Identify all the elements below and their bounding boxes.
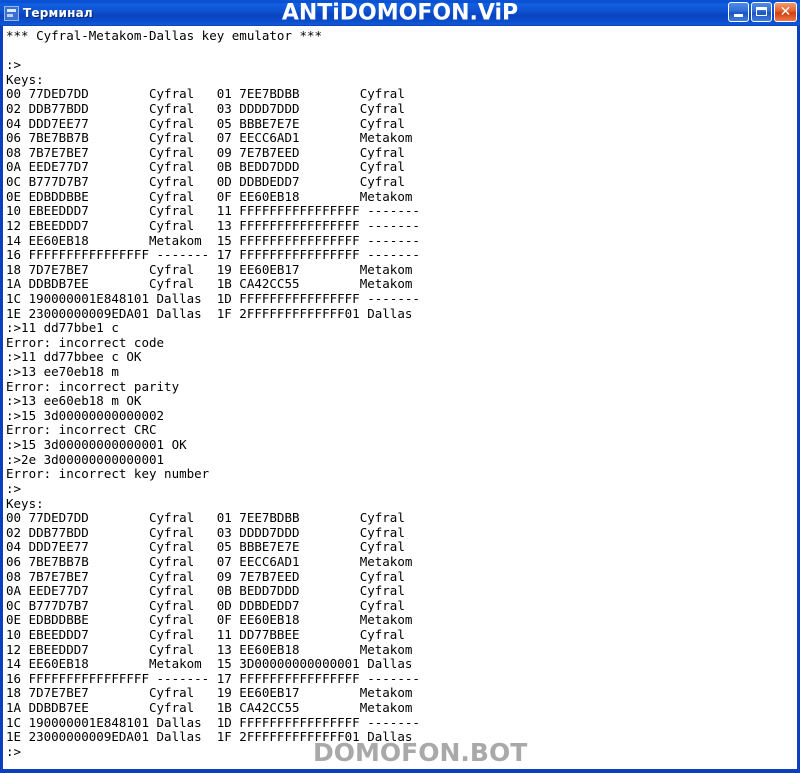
terminal-line: 02 DDB77BDD Cyfral 03 DDDD7DDD Cyfral bbox=[6, 101, 405, 117]
terminal-icon bbox=[4, 5, 19, 21]
terminal-line: 0E EDBDDBBE Cyfral 0F EE60EB18 Metakom bbox=[6, 188, 413, 204]
terminal-line: Keys: bbox=[6, 495, 44, 511]
terminal-line: :>15 3d00000000000001 OK bbox=[6, 437, 187, 453]
terminal-output[interactable]: *** Cyfral-Metakom-Dallas key emulator *… bbox=[3, 26, 797, 769]
terminal-line: 12 EBEEDDD7 Cyfral 13 EE60EB18 Metakom bbox=[6, 641, 413, 657]
terminal-line: 00 77DED7DD Cyfral 01 7EE7BDBB Cyfral bbox=[6, 510, 405, 526]
terminal-line: Error: incorrect code bbox=[6, 334, 165, 350]
close-button[interactable]: ✕ bbox=[774, 2, 797, 22]
terminal-line: *** Cyfral-Metakom-Dallas key emulator *… bbox=[6, 28, 323, 43]
terminal-line: 1E 23000000009EDA01 Dallas 1F 2FFFFFFFFF… bbox=[6, 729, 413, 745]
terminal-line: 18 7D7E7BE7 Cyfral 19 EE60EB17 Metakom bbox=[6, 685, 413, 701]
terminal-line: :>11 dd77bbee c OK bbox=[6, 349, 142, 365]
window-controls: ✕ bbox=[728, 2, 797, 22]
minimize-button[interactable] bbox=[728, 2, 749, 22]
terminal-line: 10 EBEEDDD7 Cyfral 11 FFFFFFFFFFFFFFFF -… bbox=[6, 203, 420, 219]
terminal-line: 00 77DED7DD Cyfral 01 7EE7BDBB Cyfral bbox=[6, 86, 405, 102]
terminal-line: :>13 ee60eb18 m OK bbox=[6, 393, 142, 409]
terminal-line: 12 EBEEDDD7 Cyfral 13 FFFFFFFFFFFFFFFF -… bbox=[6, 217, 420, 233]
terminal-line: 1C 190000001E848101 Dallas 1D FFFFFFFFFF… bbox=[6, 290, 420, 306]
terminal-line: :>13 ee70eb18 m bbox=[6, 364, 119, 380]
terminal-line: Error: incorrect key number bbox=[6, 466, 210, 482]
terminal-line: 0C B777D7B7 Cyfral 0D DDBDEDD7 Cyfral bbox=[6, 597, 405, 613]
terminal-line: 1A DDBDB7EE Cyfral 1B CA42CC55 Metakom bbox=[6, 700, 413, 716]
terminal-line: 16 FFFFFFFFFFFFFFFF ------- 17 FFFFFFFFF… bbox=[6, 247, 420, 263]
terminal-line: 18 7D7E7BE7 Cyfral 19 EE60EB17 Metakom bbox=[6, 261, 413, 277]
terminal-line: 06 7BE7BB7B Cyfral 07 EECC6AD1 Metakom bbox=[6, 553, 413, 569]
terminal-line: 0C B777D7B7 Cyfral 0D DDBDEDD7 Cyfral bbox=[6, 174, 405, 190]
terminal-line: Keys: bbox=[6, 71, 44, 87]
terminal-line: 1C 190000001E848101 Dallas 1D FFFFFFFFFF… bbox=[6, 714, 420, 730]
terminal-line: :>15 3d00000000000002 bbox=[6, 407, 165, 423]
terminal-line: 0A EEDE77D7 Cyfral 0B BEDD7DDD Cyfral bbox=[6, 583, 405, 599]
terminal-line: 16 FFFFFFFFFFFFFFFF ------- 17 FFFFFFFFF… bbox=[6, 670, 420, 686]
terminal-line: Error: incorrect parity bbox=[6, 378, 180, 394]
terminal-line: 08 7B7E7BE7 Cyfral 09 7E7B7EED Cyfral bbox=[6, 144, 405, 160]
terminal-line: 08 7B7E7BE7 Cyfral 09 7E7B7EED Cyfral bbox=[6, 568, 405, 584]
terminal-line: :>2e 3d00000000000001 bbox=[6, 451, 165, 467]
window-titlebar[interactable]: Терминал ANTiDOMOFON.ViP ✕ bbox=[0, 0, 800, 26]
maximize-button[interactable] bbox=[751, 2, 772, 22]
terminal-line: 14 EE60EB18 Metakom 15 FFFFFFFFFFFFFFFF … bbox=[6, 232, 420, 248]
terminal-line: :> bbox=[6, 743, 22, 759]
terminal-line: 0A EEDE77D7 Cyfral 0B BEDD7DDD Cyfral bbox=[6, 159, 405, 175]
terminal-line: 02 DDB77BDD Cyfral 03 DDDD7DDD Cyfral bbox=[6, 524, 405, 540]
terminal-line: Error: incorrect CRC bbox=[6, 422, 157, 438]
titlebar-left-group: Терминал bbox=[0, 5, 93, 21]
terminal-line: :>11 dd77bbe1 c bbox=[6, 320, 119, 336]
terminal-line: 10 EBEEDDD7 Cyfral 11 DD77BBEE Cyfral bbox=[6, 626, 405, 642]
terminal-line: 04 DDD7EE77 Cyfral 05 BBBE7E7E Cyfral bbox=[6, 115, 405, 131]
terminal-line: 1A DDBDB7EE Cyfral 1B CA42CC55 Metakom bbox=[6, 276, 413, 292]
terminal-line: 0E EDBDDBBE Cyfral 0F EE60EB18 Metakom bbox=[6, 612, 413, 628]
terminal-line: :> bbox=[6, 480, 22, 496]
minimize-icon bbox=[734, 14, 743, 17]
terminal-line: 14 EE60EB18 Metakom 15 3D00000000000001 … bbox=[6, 656, 413, 672]
terminal-line: 1E 23000000009EDA01 Dallas 1F 2FFFFFFFFF… bbox=[6, 305, 413, 321]
terminal-line: 04 DDD7EE77 Cyfral 05 BBBE7E7E Cyfral bbox=[6, 539, 405, 555]
window-title: Терминал bbox=[23, 6, 93, 20]
maximize-icon bbox=[756, 7, 767, 16]
window-client-area: *** Cyfral-Metakom-Dallas key emulator *… bbox=[3, 26, 797, 769]
titlebar-watermark: ANTiDOMOFON.ViP bbox=[281, 0, 519, 26]
terminal-line: :> bbox=[6, 57, 22, 73]
terminal-line: 06 7BE7BB7B Cyfral 07 EECC6AD1 Metakom bbox=[6, 130, 413, 146]
terminal-window: Терминал ANTiDOMOFON.ViP ✕ *** Cyfral-Me… bbox=[0, 0, 800, 773]
close-icon: ✕ bbox=[779, 4, 792, 20]
